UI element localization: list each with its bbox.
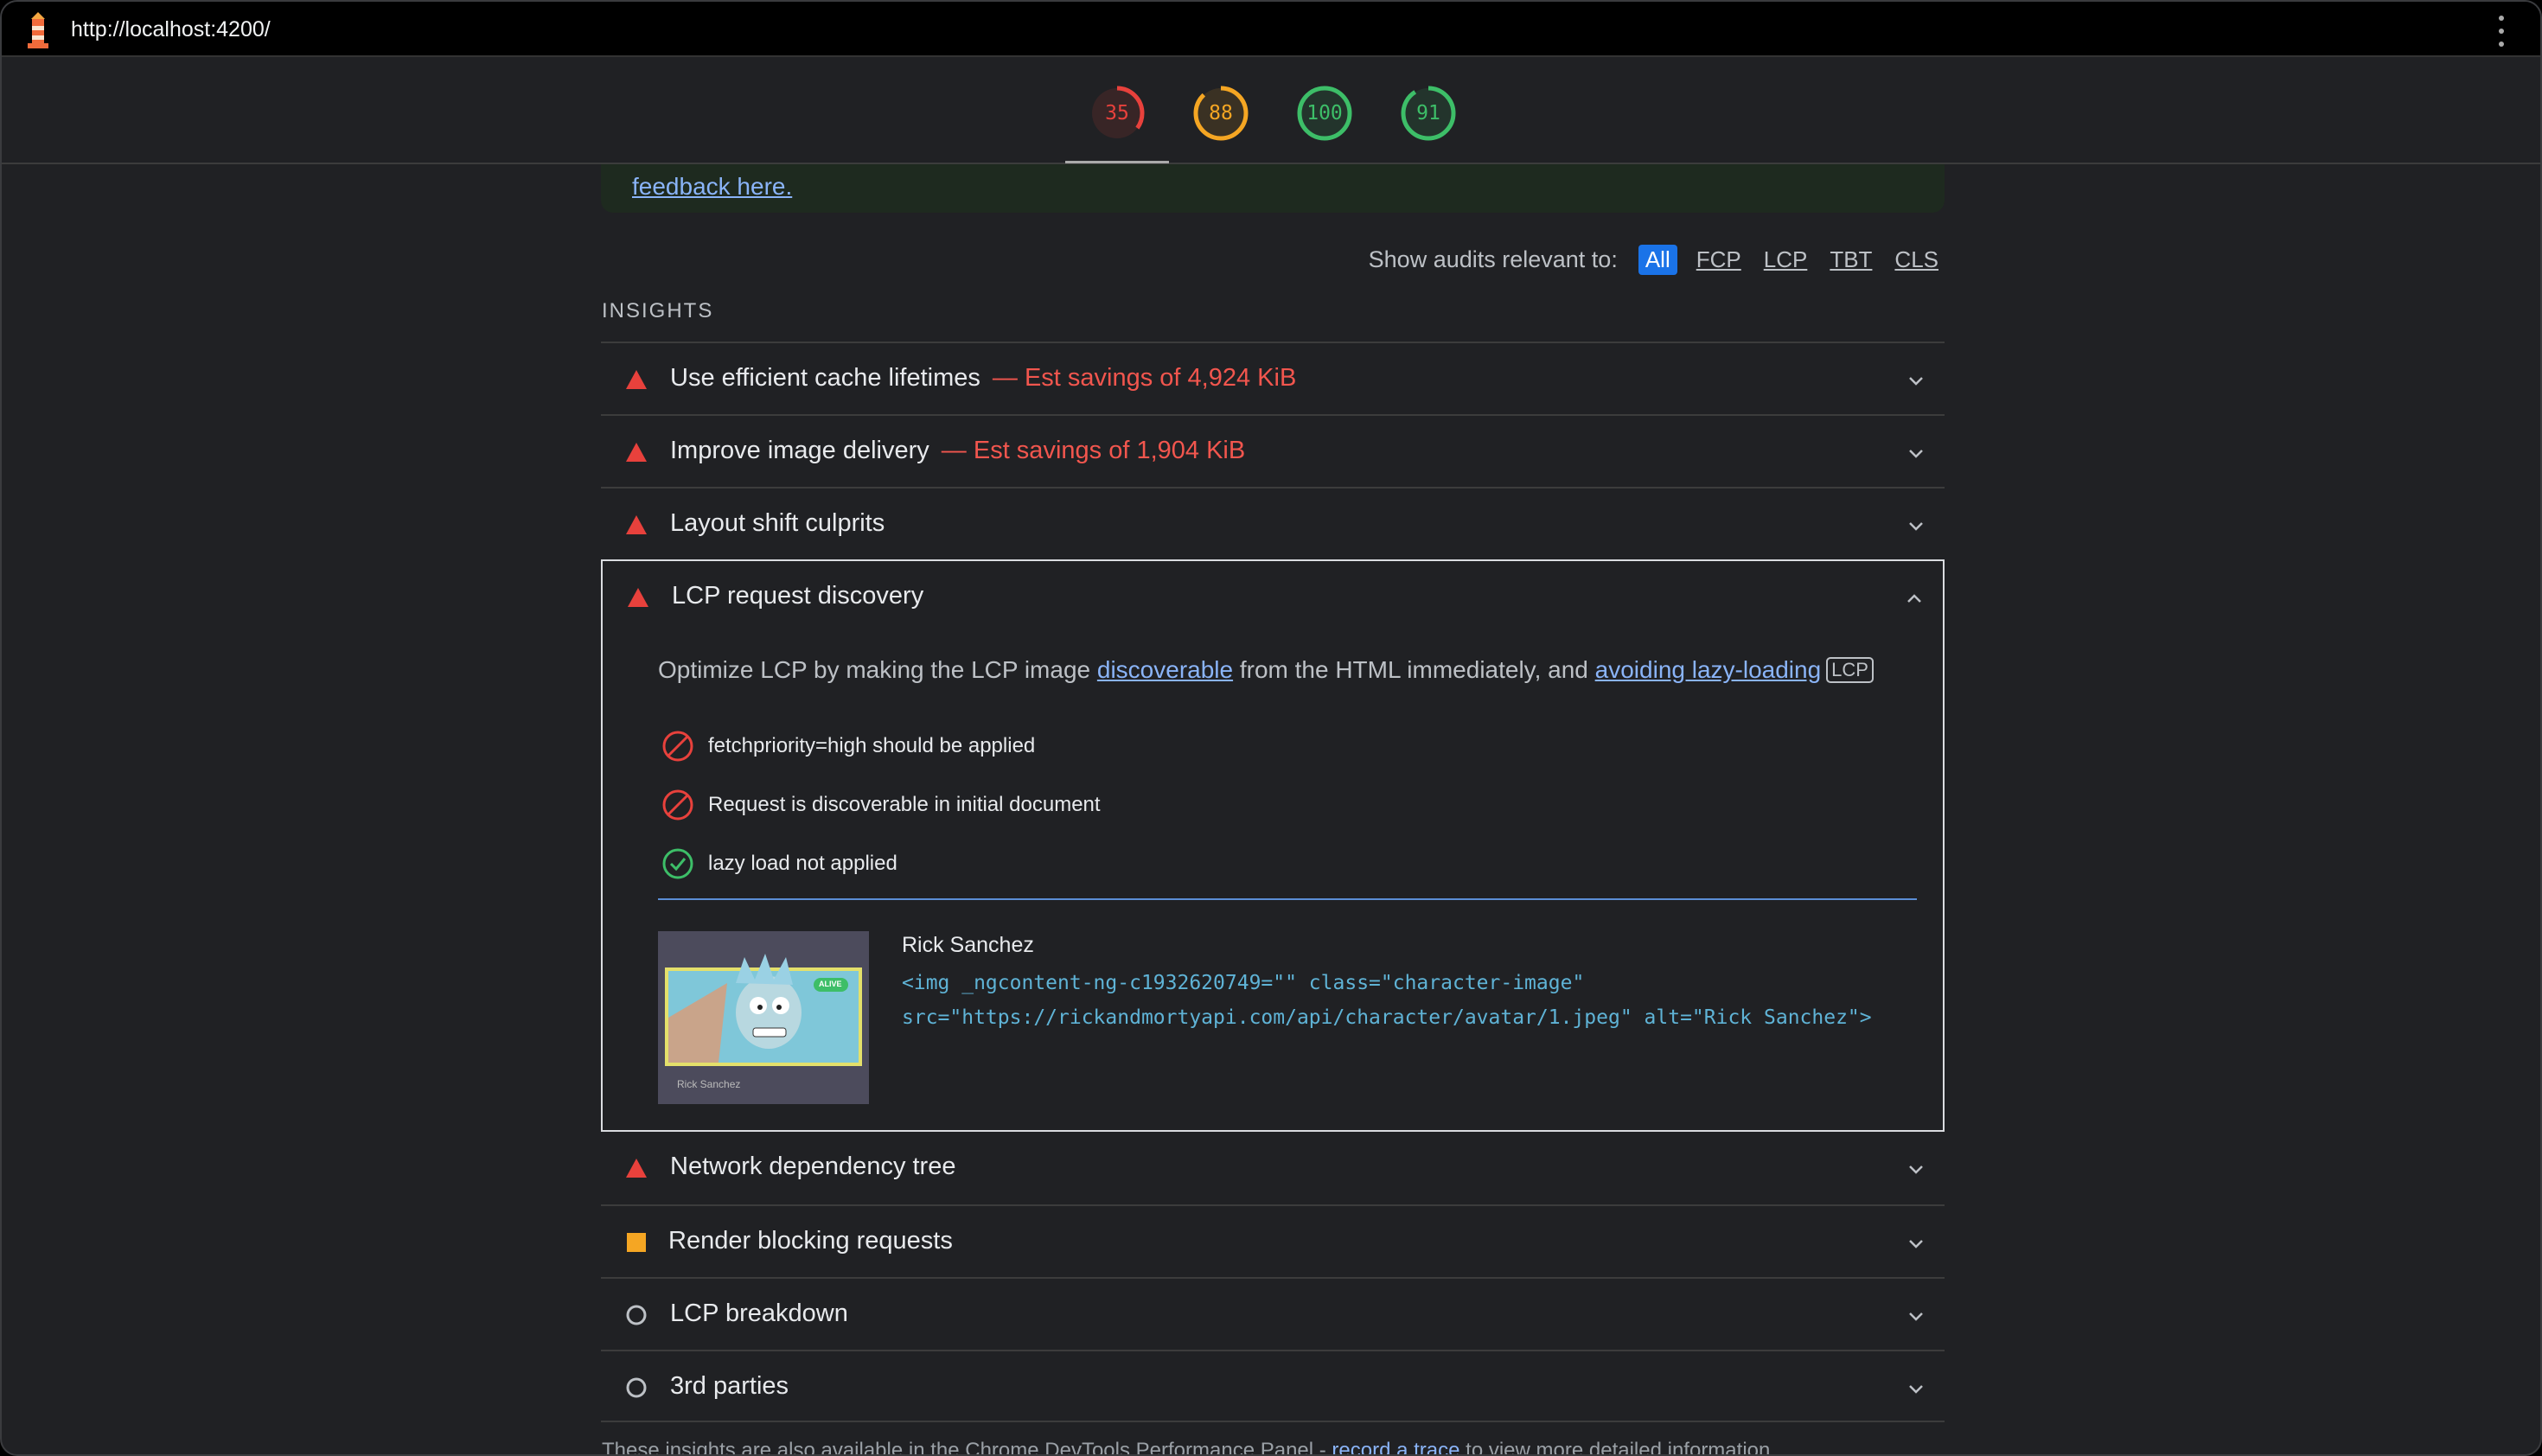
filter-all[interactable]: All: [1638, 244, 1677, 275]
score-value: 91: [1416, 102, 1440, 125]
score-value: 35: [1105, 102, 1129, 125]
description-text: Optimize LCP by making the LCP image: [658, 656, 1097, 683]
filter-fcp[interactable]: FCP: [1693, 245, 1745, 275]
active-score-indicator: [1065, 161, 1169, 163]
check-item-lazy-load: lazy load not applied: [661, 846, 897, 881]
insight-title: Layout shift culprits: [670, 509, 885, 537]
check-text: lazy load not applied: [708, 852, 897, 875]
lighthouse-icon: [21, 10, 55, 50]
insight-title: Use efficient cache lifetimes: [670, 364, 980, 392]
insight-row-image-delivery[interactable]: Improve image delivery — Est savings of 1…: [601, 414, 1945, 487]
insight-title: LCP request discovery: [672, 582, 924, 610]
score-gauge-seo[interactable]: 91: [1400, 85, 1457, 142]
fail-triangle-icon: [627, 586, 649, 609]
record-trace-link[interactable]: record a trace: [1332, 1439, 1459, 1454]
insight-title: Render blocking requests: [668, 1227, 953, 1255]
insight-title: LCP breakdown: [670, 1300, 848, 1327]
info-circle-icon: [625, 1304, 648, 1326]
description-text: from the HTML immediately, and: [1233, 656, 1595, 683]
insight-description: Optimize LCP by making the LCP image dis…: [658, 656, 1874, 684]
insight-row-lcp-discovery[interactable]: LCP request discovery: [603, 561, 1943, 634]
section-divider: [658, 898, 1917, 900]
insight-title: Network dependency tree: [670, 1153, 956, 1180]
title-bar: http://localhost:4200/: [2, 2, 2540, 57]
thumb-caption: Rick Sanchez: [677, 1078, 741, 1090]
chevron-up-icon[interactable]: [1905, 589, 1924, 608]
filter-tbt[interactable]: TBT: [1826, 245, 1875, 275]
insights-heading: INSIGHTS: [602, 299, 714, 322]
footer-text: These insights are also available in the…: [602, 1439, 1332, 1456]
score-gauge-best-practices[interactable]: 100: [1296, 85, 1353, 142]
node-label: Rick Sanchez: [902, 933, 1034, 957]
chevron-down-icon[interactable]: [1906, 444, 1926, 463]
chevron-down-icon[interactable]: [1906, 516, 1926, 535]
lcp-badge: LCP: [1826, 657, 1874, 683]
check-circle-icon: [662, 848, 693, 879]
insight-savings: — Est savings of 4,924 KiB: [992, 364, 1297, 392]
chevron-down-icon[interactable]: [1906, 371, 1926, 390]
insight-row-layout-shift[interactable]: Layout shift culprits: [601, 487, 1945, 559]
score-value: 88: [1209, 102, 1233, 125]
insight-lcp-discovery-expanded: LCP request discovery Optimize LCP by ma…: [601, 559, 1945, 1132]
fail-triangle-icon: [625, 368, 648, 391]
insight-title: Improve image delivery: [670, 437, 929, 464]
score-gauge-accessibility[interactable]: 88: [1192, 85, 1249, 142]
fail-triangle-icon: [625, 441, 648, 463]
fail-triangle-icon: [625, 514, 648, 536]
check-item-discoverable: Request is discoverable in initial docum…: [661, 788, 1101, 822]
report-content: feedback here. Show audits relevant to: …: [2, 130, 2540, 1456]
lazy-loading-link[interactable]: avoiding lazy-loading: [1595, 656, 1822, 683]
insight-row-3rd-parties[interactable]: 3rd parties: [601, 1350, 1945, 1422]
chevron-down-icon[interactable]: [1906, 1379, 1926, 1398]
check-text: Request is discoverable in initial docum…: [708, 793, 1101, 816]
chevron-down-icon[interactable]: [1906, 1234, 1926, 1253]
footer-note: These insights are also available in the…: [602, 1439, 1777, 1456]
chevron-down-icon[interactable]: [1906, 1306, 1926, 1325]
feedback-link[interactable]: feedback here: [632, 173, 785, 200]
code-line: src="https://rickandmortyapi.com/api/cha…: [902, 1006, 1872, 1029]
insight-row-network-tree[interactable]: Network dependency tree: [601, 1132, 1945, 1204]
discoverable-link[interactable]: discoverable: [1097, 656, 1233, 683]
info-circle-icon: [625, 1376, 648, 1399]
lcp-element-thumbnail: ALIVE Rick Sanchez: [658, 931, 869, 1104]
chevron-down-icon[interactable]: [1906, 1159, 1926, 1178]
fail-triangle-icon: [625, 1157, 648, 1179]
score-header: 35 88 100 91: [2, 57, 2540, 164]
average-square-icon: [625, 1231, 648, 1254]
filter-cls[interactable]: CLS: [1891, 245, 1942, 275]
code-line: <img _ngcontent-ng-c1932620749="" class=…: [902, 972, 1585, 994]
score-value: 100: [1306, 102, 1343, 125]
more-vertical-icon[interactable]: [2497, 16, 2506, 47]
insights-list: Use efficient cache lifetimes — Est savin…: [601, 342, 1945, 1422]
check-text: fetchpriority=high should be applied: [708, 734, 1036, 757]
filter-lcp[interactable]: LCP: [1760, 245, 1811, 275]
insight-title: 3rd parties: [670, 1372, 789, 1400]
blocked-icon: [662, 731, 693, 762]
node-snippet: <img _ngcontent-ng-c1932620749="" class=…: [902, 966, 1872, 1035]
blocked-icon: [662, 789, 693, 821]
check-item-fetchpriority: fetchpriority=high should be applied: [661, 729, 1035, 763]
url-text[interactable]: http://localhost:4200/: [71, 16, 271, 43]
notice-trailing: .: [785, 173, 793, 200]
filter-label: Show audits relevant to:: [1368, 246, 1618, 272]
insight-savings: — Est savings of 1,904 KiB: [941, 437, 1246, 464]
footer-text: to view more detailed information.: [1459, 1439, 1777, 1456]
insight-row-cache[interactable]: Use efficient cache lifetimes — Est savin…: [601, 342, 1945, 414]
score-gauge-performance[interactable]: 35: [1089, 85, 1146, 142]
insight-row-lcp-breakdown[interactable]: LCP breakdown: [601, 1277, 1945, 1350]
insight-row-render-blocking[interactable]: Render blocking requests: [601, 1204, 1945, 1277]
thumb-status-badge: ALIVE: [819, 980, 842, 988]
browser-window: http://localhost:4200/ 35 88 100 91 feedbac…: [0, 0, 2542, 1456]
audit-filter: Show audits relevant to: All FCP LCP TBT…: [1369, 242, 1942, 277]
